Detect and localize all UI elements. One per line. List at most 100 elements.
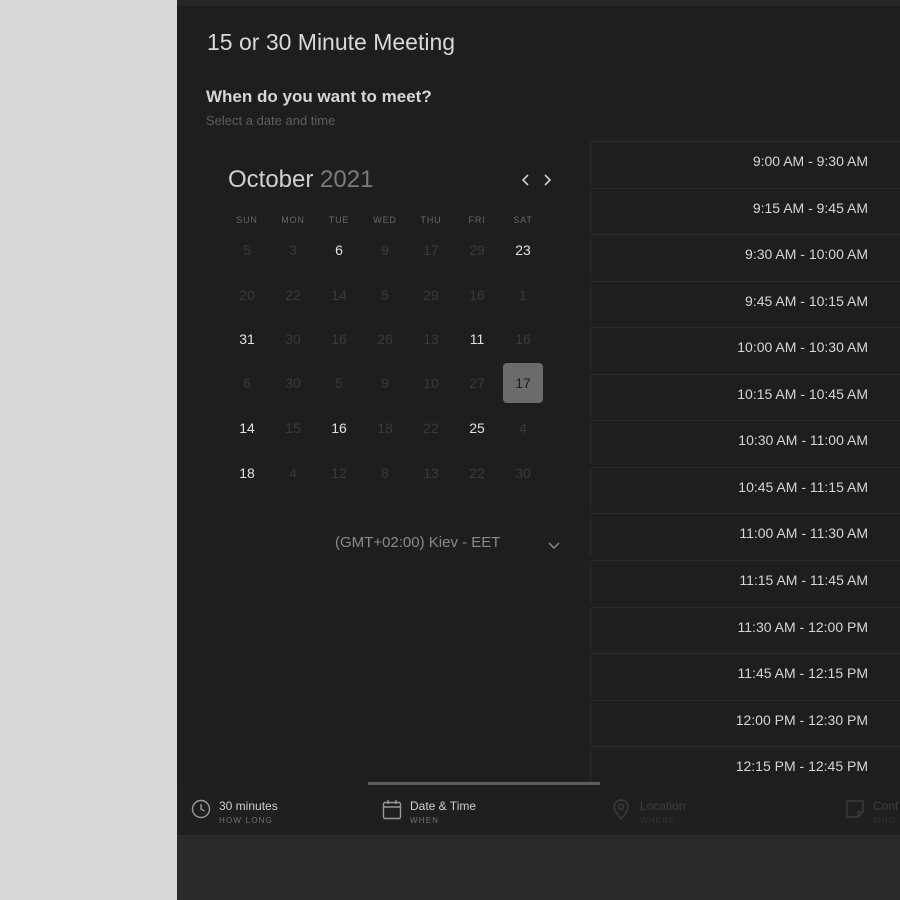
step-confirm-label: Conf — [873, 799, 899, 813]
calendar-day: 17 — [423, 242, 439, 258]
note-icon — [846, 800, 864, 818]
calendar-day: 13 — [423, 331, 439, 347]
calendar-day: 16 — [331, 331, 347, 347]
time-slot[interactable]: 10:30 AM - 11:00 AM — [590, 420, 900, 465]
time-slot[interactable]: 10:00 AM - 10:30 AM — [590, 327, 900, 372]
calendar-icon — [382, 800, 402, 820]
weekday-label: WED — [373, 215, 397, 225]
calendar-day[interactable]: 31 — [227, 319, 267, 359]
step-bar: 30 minutes HOW LONG Date & Time WHEN Loc… — [177, 782, 900, 835]
time-slot[interactable]: 12:00 PM - 12:30 PM — [590, 699, 900, 744]
calendar-day: 4 — [289, 465, 297, 481]
time-slot[interactable]: 11:15 AM - 11:45 AM — [590, 559, 900, 604]
timezone-select[interactable]: (GMT+02:00) Kiev - EET — [335, 534, 500, 551]
time-slot[interactable]: 9:30 AM - 10:00 AM — [590, 234, 900, 279]
calendar-day: 9 — [381, 375, 389, 391]
location-pin-icon — [613, 799, 629, 821]
calendar-day: 9 — [381, 242, 389, 258]
calendar-day: 20 — [239, 287, 255, 303]
time-slot[interactable]: 9:45 AM - 10:15 AM — [590, 280, 900, 325]
section-subtitle: Select a date and time — [206, 113, 336, 128]
calendar-day: 18 — [377, 420, 393, 436]
weekday-label: SAT — [513, 215, 533, 225]
calendar-day: 8 — [381, 465, 389, 481]
calendar-day[interactable]: 25 — [457, 408, 497, 448]
time-slot[interactable]: 9:00 AM - 9:30 AM — [590, 141, 900, 185]
time-slot[interactable]: 11:00 AM - 11:30 AM — [590, 513, 900, 558]
calendar-day[interactable]: 16 — [319, 408, 359, 448]
next-month-button[interactable] — [537, 166, 557, 194]
calendar-day: 5 — [243, 242, 251, 258]
time-slot[interactable]: 10:45 AM - 11:15 AM — [590, 466, 900, 511]
time-slot-label: 10:45 AM - 11:15 AM — [738, 478, 868, 495]
time-slot-label: 9:15 AM - 9:45 AM — [752, 199, 868, 216]
time-slot[interactable]: 9:15 AM - 9:45 AM — [590, 187, 900, 232]
time-slot-label: 10:00 AM - 10:30 AM — [737, 339, 868, 356]
year-label: 2021 — [320, 166, 374, 193]
calendar-day: 6 — [243, 375, 251, 391]
clock-icon — [191, 799, 211, 819]
time-slot-label: 11:15 AM - 11:45 AM — [739, 571, 868, 588]
chevron-down-icon — [548, 542, 560, 550]
calendar-day: 12 — [331, 465, 347, 481]
step-duration-label: 30 minutes — [219, 799, 278, 813]
time-slot-label: 10:30 AM - 11:00 AM — [738, 432, 868, 449]
time-slot[interactable]: 10:15 AM - 10:45 AM — [590, 373, 900, 418]
calendar-day: 30 — [285, 375, 301, 391]
time-slot-label: 12:15 PM - 12:45 PM — [735, 758, 868, 775]
time-slot-label: 12:00 PM - 12:30 PM — [735, 711, 868, 728]
booking-panel: 15 or 30 Minute Meeting When do you want… — [177, 0, 900, 835]
time-slot-label: 11:00 AM - 11:30 AM — [739, 525, 868, 542]
time-slot-label: 9:00 AM - 9:30 AM — [752, 153, 868, 169]
time-slot-list[interactable]: 9:00 AM - 9:30 AM 9:15 AM - 9:45 AM 9:30 A… — [590, 141, 900, 782]
panel-top-edge — [177, 0, 900, 6]
calendar-day: 16 — [515, 331, 531, 347]
calendar-day: 22 — [423, 420, 439, 436]
step-date-time-label: Date & Time — [410, 799, 477, 813]
time-slot-label: 10:15 AM - 10:45 AM — [737, 385, 868, 402]
month-label: October — [228, 166, 314, 193]
calendar-day: 22 — [285, 287, 301, 303]
calendar-day[interactable]: 6 — [319, 230, 359, 270]
calendar-day: 14 — [331, 287, 347, 303]
step-location-label: Location — [640, 799, 686, 813]
time-slot-label: 11:45 AM - 12:15 PM — [737, 665, 868, 682]
calendar-day-selected[interactable]: 17 — [503, 363, 543, 403]
calendar-day: 5 — [335, 375, 343, 391]
step-duration-sub: HOW LONG — [219, 816, 274, 825]
calendar-day[interactable]: 23 — [503, 230, 543, 270]
calendar-day[interactable]: 14 — [227, 408, 267, 448]
calendar-day[interactable]: 18 — [227, 453, 267, 493]
timezone-dropdown-toggle[interactable] — [547, 537, 561, 555]
step-location-sub: WHERE — [640, 816, 676, 825]
calendar-day: 29 — [423, 287, 439, 303]
time-slot[interactable]: 11:45 AM - 12:15 PM — [590, 653, 900, 698]
weekday-label: MON — [281, 215, 305, 225]
calendar-day: 30 — [515, 465, 531, 481]
time-slot[interactable]: 12:15 PM - 12:45 PM — [590, 746, 900, 782]
weekday-label: THU — [420, 215, 442, 225]
time-slot[interactable]: 11:30 AM - 12:00 PM — [590, 606, 900, 651]
page-title: 15 or 30 Minute Meeting — [207, 29, 456, 55]
weekday-label: TUE — [328, 215, 350, 225]
chevron-right-icon — [544, 174, 552, 186]
calendar-day[interactable]: 11 — [457, 319, 497, 359]
time-slot-label: 9:45 AM - 10:15 AM — [745, 292, 868, 309]
calendar-day: 27 — [469, 375, 485, 391]
calendar-day: 10 — [423, 375, 439, 391]
prev-month-button[interactable] — [516, 166, 536, 194]
calendar-day: 13 — [423, 465, 439, 481]
calendar-day: 5 — [381, 287, 389, 303]
calendar-day: 22 — [469, 465, 485, 481]
calendar-day: 3 — [289, 242, 297, 258]
calendar-day: 4 — [519, 420, 527, 436]
calendar-day: 30 — [285, 331, 301, 347]
step-confirm-sub: WHO — [873, 816, 897, 825]
calendar-day: 26 — [377, 331, 393, 347]
chevron-left-icon — [521, 174, 529, 186]
time-slot-label: 9:30 AM - 10:00 AM — [745, 246, 868, 263]
section-heading: When do you want to meet? — [206, 87, 432, 106]
time-slot-label: 11:30 AM - 12:00 PM — [737, 618, 868, 635]
weekday-label: SUN — [236, 215, 258, 225]
calendar-day: 29 — [469, 242, 485, 258]
